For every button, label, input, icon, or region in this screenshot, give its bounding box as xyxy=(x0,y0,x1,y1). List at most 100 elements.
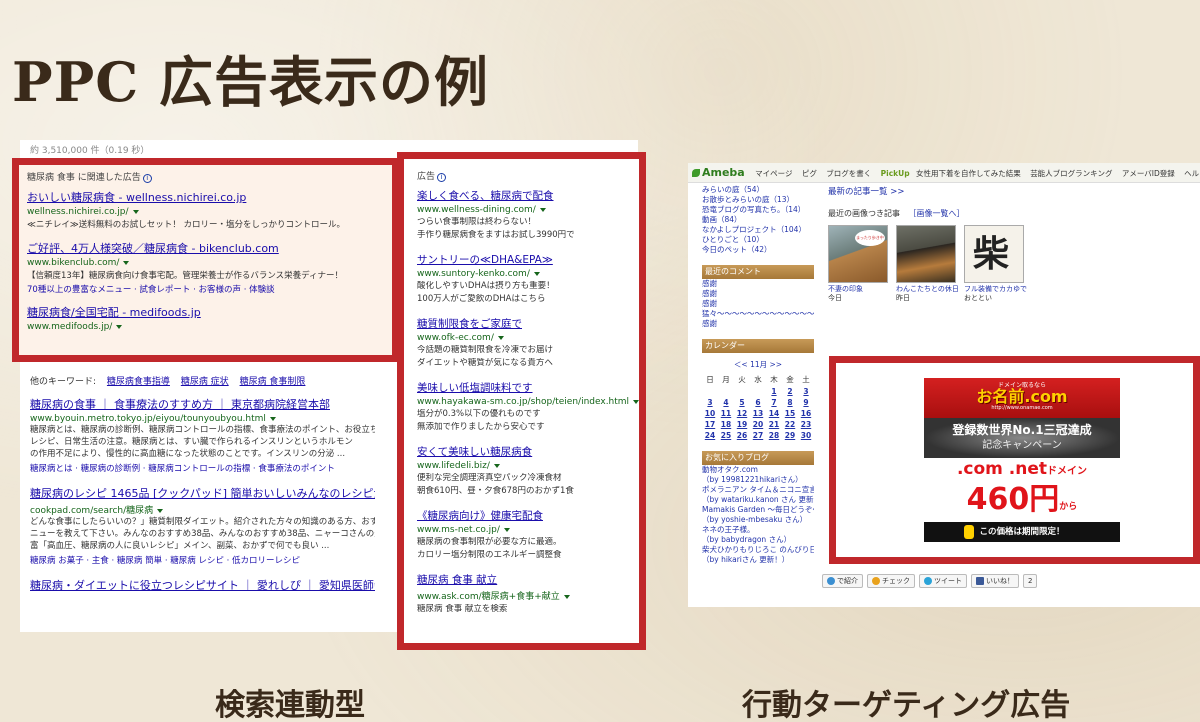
dropdown-arrow-icon[interactable] xyxy=(503,527,510,532)
favorite-blog-link[interactable]: 動物オタク.com xyxy=(702,465,814,475)
calendar-day[interactable]: 25 xyxy=(718,430,734,441)
display-ad-banner[interactable]: ドメイン取るなら お名前.com http://www.onamae.com 登… xyxy=(924,378,1120,542)
calendar-day[interactable]: 30 xyxy=(798,430,814,441)
tweet-button[interactable]: ツイート xyxy=(919,574,967,588)
category-link[interactable]: 今日のペット（42） xyxy=(702,245,814,255)
dog-photo[interactable] xyxy=(896,225,956,283)
calendar-day[interactable] xyxy=(750,386,766,397)
dropdown-arrow-icon[interactable] xyxy=(123,260,130,265)
dog-photo[interactable]: まったり歩き中 xyxy=(828,225,888,283)
dropdown-arrow-icon[interactable] xyxy=(533,271,540,276)
calendar-day[interactable]: 23 xyxy=(798,419,814,430)
calendar-day[interactable]: 24 xyxy=(702,430,718,441)
info-icon[interactable]: i xyxy=(142,174,152,183)
calendar-day[interactable]: 5 xyxy=(734,397,750,408)
calendar-day[interactable]: 14 xyxy=(766,408,782,419)
photo-caption[interactable]: フル装備でカカゆでご… xyxy=(964,285,1028,294)
side-ad-title-link[interactable]: 糖質制限食をご家庭で xyxy=(417,316,633,331)
calendar-day[interactable]: 1 xyxy=(766,386,782,397)
calendar-day[interactable]: 2 xyxy=(782,386,798,397)
calendar-day[interactable]: 15 xyxy=(782,408,798,419)
topnav-mypage[interactable]: マイページ xyxy=(755,169,792,178)
keyword-link[interactable]: 糖尿病 食事制限 xyxy=(240,377,306,387)
topnav-pigg[interactable]: ピグ xyxy=(802,169,817,178)
category-link[interactable]: 動画（84） xyxy=(702,215,814,225)
ad-title-link[interactable]: 糖尿病食/全国宅配 - medifoods.jp xyxy=(27,304,386,320)
like-button[interactable]: いいね！ xyxy=(971,574,1019,588)
calendar-day[interactable]: 20 xyxy=(750,419,766,430)
calendar-day[interactable]: 26 xyxy=(734,430,750,441)
topnav-ranking[interactable]: 芸能人ブログランキング xyxy=(1030,169,1112,178)
sign-photo[interactable]: 柴ノ xyxy=(964,225,1024,283)
dropdown-arrow-icon[interactable] xyxy=(539,207,546,212)
favorite-blog-link[interactable]: ネネの王子様。 xyxy=(702,525,814,535)
calendar-day[interactable]: 27 xyxy=(750,430,766,441)
photo-card[interactable]: まったり歩き中 不妻の印象 今日 xyxy=(828,225,892,303)
calendar-day[interactable]: 18 xyxy=(718,419,734,430)
calendar-day[interactable] xyxy=(734,386,750,397)
check-button[interactable]: チェック xyxy=(867,574,915,588)
calendar-month-nav[interactable]: ＜< 11月 >> xyxy=(702,359,814,370)
comment-link[interactable]: 感謝 xyxy=(702,299,814,309)
share-intro-button[interactable]: で紹介 xyxy=(822,574,863,588)
category-link[interactable]: なかよしプロジェクト（104） xyxy=(702,225,814,235)
calendar-day[interactable]: 8 xyxy=(782,397,798,408)
favorite-blog-link[interactable]: Mamakis Garden 〜毎日どうぞ〜 xyxy=(702,505,814,515)
category-link[interactable]: 恐竜ブログの写真たち。（14） xyxy=(702,205,814,215)
ameba-logo[interactable]: Ameba xyxy=(692,166,745,179)
calendar-day[interactable] xyxy=(718,386,734,397)
comment-link[interactable]: 感謝 xyxy=(702,289,814,299)
calendar-day[interactable] xyxy=(702,386,718,397)
calendar-day[interactable]: 10 xyxy=(702,408,718,419)
dropdown-arrow-icon[interactable] xyxy=(132,209,139,214)
favorite-blog-link[interactable]: ポメラニアン タイム＆ニコニ宣言 xyxy=(702,485,814,495)
calendar-day[interactable]: 9 xyxy=(798,397,814,408)
topnav-write-blog[interactable]: ブログを書く xyxy=(826,169,871,178)
calendar-day[interactable]: 19 xyxy=(734,419,750,430)
category-link[interactable]: お散歩とみらいの庭（13） xyxy=(702,195,814,205)
side-ad-title-link[interactable]: 《糖尿病向け》健康宅配食 xyxy=(417,508,633,523)
favorite-blog-link[interactable]: 柴犬ひかりもりじろこ のんびり日記 xyxy=(702,545,814,555)
comment-link[interactable]: 感謝 xyxy=(702,279,814,289)
side-ad-title-link[interactable]: 楽しく食べる、糖尿病で配食 xyxy=(417,188,633,203)
dropdown-arrow-icon[interactable] xyxy=(497,335,504,340)
dropdown-arrow-icon[interactable] xyxy=(633,399,640,404)
calendar-day[interactable]: 11 xyxy=(718,408,734,419)
ad-title-link[interactable]: おいしい糖尿病食 - wellness.nichirei.co.jp xyxy=(27,189,386,205)
category-link[interactable]: ひとりごと（10） xyxy=(702,235,814,245)
dropdown-arrow-icon[interactable] xyxy=(157,508,164,513)
calendar-day[interactable]: 3 xyxy=(702,397,718,408)
category-link[interactable]: みらいの庭（54） xyxy=(702,185,814,195)
calendar-day[interactable]: 17 xyxy=(702,419,718,430)
side-ad-title-link[interactable]: サントリーの≪DHA&EPA≫ xyxy=(417,252,633,267)
keyword-link[interactable]: 糖尿病食事指導 xyxy=(107,377,170,387)
calendar-day[interactable]: 22 xyxy=(782,419,798,430)
side-ad-title-link[interactable]: 糖尿病 食事 献立 xyxy=(417,572,633,587)
ad-sitelinks[interactable]: 70種以上の豊富なメニュー · 試食レポート · お客様の声 · 体験談 xyxy=(27,283,386,295)
calendar-day[interactable]: 7 xyxy=(766,397,782,408)
calendar-day[interactable]: 28 xyxy=(766,430,782,441)
keyword-link[interactable]: 糖尿病 症状 xyxy=(181,377,229,387)
photo-caption[interactable]: わんこたちとの休日 xyxy=(896,285,960,294)
dropdown-arrow-icon[interactable] xyxy=(269,416,276,421)
result-sitelinks[interactable]: 糖尿病 お菓子 · 主食 · 糖尿病 簡単 · 糖尿病 レシピ · 低カロリーレ… xyxy=(30,554,375,566)
side-ad-title-link[interactable]: 安くて美味しい糖尿病食 xyxy=(417,444,633,459)
photo-card[interactable]: わんこたちとの休日 昨日 xyxy=(896,225,960,303)
topnav-register[interactable]: アメーバID登録 xyxy=(1122,169,1175,178)
info-icon[interactable]: i xyxy=(437,173,447,182)
photo-caption[interactable]: 不妻の印象 xyxy=(828,285,892,294)
calendar-day[interactable]: 21 xyxy=(766,419,782,430)
calendar-day[interactable]: 13 xyxy=(750,408,766,419)
side-ad-title-link[interactable]: 美味しい低塩調味料です xyxy=(417,380,633,395)
dropdown-arrow-icon[interactable] xyxy=(563,594,570,599)
comment-link[interactable]: 感謝 xyxy=(702,319,814,329)
comment-link[interactable]: 猛々〜〜〜〜〜〜〜〜〜〜〜〜〜〜〜〜〜へ xyxy=(702,309,814,319)
ad-title-link[interactable]: ご好評、4万人様突破／糖尿病食 - bikenclub.com xyxy=(27,240,386,256)
latest-posts-link[interactable]: 最新の記事一覧 >> xyxy=(828,185,1200,197)
result-sitelinks[interactable]: 糖尿病とは · 糖尿病の診断例 · 糖尿病コントロールの指標 · 食事療法のポイ… xyxy=(30,462,375,474)
dropdown-arrow-icon[interactable] xyxy=(116,324,123,329)
photo-card[interactable]: 柴ノ フル装備でカカゆでご… おととい xyxy=(964,225,1028,303)
result-title-link[interactable]: 糖尿病の食事 ｜ 食事療法のすすめ方 ｜ 東京都病院経営本部 xyxy=(30,396,375,412)
calendar-day[interactable]: 4 xyxy=(718,397,734,408)
calendar-day[interactable]: 12 xyxy=(734,408,750,419)
